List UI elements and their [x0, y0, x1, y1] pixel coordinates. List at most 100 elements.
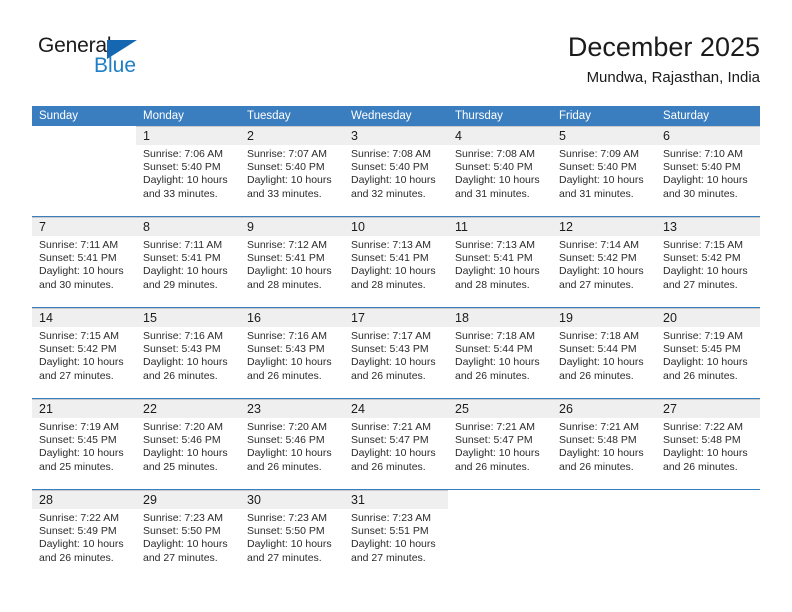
calendar-week-row: 14 Sunrise: 7:15 AM Sunset: 5:42 PM Dayligh…: [32, 307, 760, 399]
day-number: 18: [448, 308, 552, 327]
day-cell-inner: 23 Sunrise: 7:20 AM Sunset: 5:46 PM Dayligh…: [240, 399, 344, 489]
daylight-text: Daylight: 10 hours and 26 minutes.: [559, 447, 644, 473]
sunset-text: Sunset: 5:40 PM: [351, 161, 429, 174]
day-cell-inner: 6 Sunrise: 7:10 AM Sunset: 5:40 PM Daylight…: [656, 126, 760, 216]
sunrise-text: Sunrise: 7:21 AM: [351, 421, 431, 433]
calendar-day-cell[interactable]: 31 Sunrise: 7:23 AM Sunset: 5:51 PM Dayligh…: [344, 489, 448, 580]
calendar-day-cell[interactable]: 29 Sunrise: 7:23 AM Sunset: 5:50 PM Dayligh…: [136, 489, 240, 580]
sunset-text: Sunset: 5:42 PM: [39, 343, 117, 356]
sunset-text: Sunset: 5:40 PM: [455, 161, 533, 174]
calendar-day-cell[interactable]: 1 Sunrise: 7:06 AM Sunset: 5:40 PM Daylight…: [136, 126, 240, 217]
daylight-text: Daylight: 10 hours and 26 minutes.: [247, 447, 332, 473]
sunset-text: Sunset: 5:47 PM: [455, 434, 533, 447]
weekday-header-tuesday: Tuesday: [240, 106, 344, 126]
calendar-day-cell[interactable]: 6 Sunrise: 7:10 AM Sunset: 5:40 PM Daylight…: [656, 126, 760, 217]
sunset-text: Sunset: 5:48 PM: [559, 434, 637, 447]
calendar-day-cell[interactable]: 14 Sunrise: 7:15 AM Sunset: 5:42 PM Dayligh…: [32, 307, 136, 399]
weekday-header-sunday: Sunday: [32, 106, 136, 126]
day-number: 4: [448, 126, 552, 145]
calendar-day-cell[interactable]: 18 Sunrise: 7:18 AM Sunset: 5:44 PM Dayligh…: [448, 307, 552, 399]
calendar-day-cell[interactable]: 24 Sunrise: 7:21 AM Sunset: 5:47 PM Dayligh…: [344, 398, 448, 490]
calendar-day-cell[interactable]: 5 Sunrise: 7:09 AM Sunset: 5:40 PM Daylight…: [552, 126, 656, 217]
title-block: December 2025 Mundwa, Rajasthan, India: [568, 30, 760, 89]
sunset-text: Sunset: 5:47 PM: [351, 434, 429, 447]
day-number: [656, 490, 760, 509]
day-details: Sunrise: 7:17 AM Sunset: 5:43 PM Daylight:…: [344, 327, 448, 383]
day-details: Sunrise: 7:10 AM Sunset: 5:40 PM Daylight:…: [656, 145, 760, 201]
day-number: [448, 490, 552, 509]
day-cell-inner: 19 Sunrise: 7:18 AM Sunset: 5:44 PM Dayligh…: [552, 308, 656, 398]
day-cell-inner: 28 Sunrise: 7:22 AM Sunset: 5:49 PM Dayligh…: [32, 490, 136, 580]
day-cell-inner: [32, 126, 136, 216]
calendar-day-cell[interactable]: 27 Sunrise: 7:22 AM Sunset: 5:48 PM Dayligh…: [656, 398, 760, 490]
daylight-text: Daylight: 10 hours and 30 minutes.: [663, 174, 748, 200]
calendar-day-cell[interactable]: 7 Sunrise: 7:11 AM Sunset: 5:41 PM Daylight…: [32, 216, 136, 308]
calendar-day-cell-empty: [448, 489, 552, 580]
calendar-day-cell[interactable]: 19 Sunrise: 7:18 AM Sunset: 5:44 PM Dayligh…: [552, 307, 656, 399]
day-details: Sunrise: 7:09 AM Sunset: 5:40 PM Daylight:…: [552, 145, 656, 201]
calendar-day-cell[interactable]: 10 Sunrise: 7:13 AM Sunset: 5:41 PM Dayligh…: [344, 216, 448, 308]
calendar-day-cell[interactable]: 20 Sunrise: 7:19 AM Sunset: 5:45 PM Dayligh…: [656, 307, 760, 399]
calendar-day-cell[interactable]: 30 Sunrise: 7:23 AM Sunset: 5:50 PM Dayligh…: [240, 489, 344, 580]
sunrise-text: Sunrise: 7:08 AM: [351, 148, 431, 160]
day-number: 3: [344, 126, 448, 145]
daylight-text: Daylight: 10 hours and 32 minutes.: [351, 174, 436, 200]
day-cell-inner: 4 Sunrise: 7:08 AM Sunset: 5:40 PM Daylight…: [448, 126, 552, 216]
day-cell-inner: 10 Sunrise: 7:13 AM Sunset: 5:41 PM Dayligh…: [344, 217, 448, 307]
day-cell-inner: [448, 490, 552, 580]
calendar-day-cell[interactable]: 9 Sunrise: 7:12 AM Sunset: 5:41 PM Daylight…: [240, 216, 344, 308]
day-number: [552, 490, 656, 509]
calendar-day-cell[interactable]: 13 Sunrise: 7:15 AM Sunset: 5:42 PM Dayligh…: [656, 216, 760, 308]
day-number: 30: [240, 490, 344, 509]
sunrise-text: Sunrise: 7:21 AM: [455, 421, 535, 433]
day-details: Sunrise: 7:13 AM Sunset: 5:41 PM Daylight:…: [344, 236, 448, 292]
day-details: Sunrise: 7:23 AM Sunset: 5:50 PM Daylight:…: [240, 509, 344, 565]
calendar-day-cell[interactable]: 21 Sunrise: 7:19 AM Sunset: 5:45 PM Dayligh…: [32, 398, 136, 490]
calendar-day-cell[interactable]: 11 Sunrise: 7:13 AM Sunset: 5:41 PM Dayligh…: [448, 216, 552, 308]
calendar-day-cell[interactable]: 23 Sunrise: 7:20 AM Sunset: 5:46 PM Dayligh…: [240, 398, 344, 490]
calendar-day-cell[interactable]: 25 Sunrise: 7:21 AM Sunset: 5:47 PM Dayligh…: [448, 398, 552, 490]
weekday-header-monday: Monday: [136, 106, 240, 126]
calendar-week-row: 1 Sunrise: 7:06 AM Sunset: 5:40 PM Daylight…: [32, 126, 760, 217]
calendar-day-cell[interactable]: 3 Sunrise: 7:08 AM Sunset: 5:40 PM Daylight…: [344, 126, 448, 217]
sunrise-text: Sunrise: 7:23 AM: [351, 512, 431, 524]
daylight-text: Daylight: 10 hours and 26 minutes.: [455, 447, 540, 473]
calendar-day-cell[interactable]: 2 Sunrise: 7:07 AM Sunset: 5:40 PM Daylight…: [240, 126, 344, 217]
calendar-day-cell[interactable]: 28 Sunrise: 7:22 AM Sunset: 5:49 PM Dayligh…: [32, 489, 136, 580]
day-details: Sunrise: 7:11 AM Sunset: 5:41 PM Daylight:…: [32, 236, 136, 292]
daylight-text: Daylight: 10 hours and 26 minutes.: [351, 447, 436, 473]
sunset-text: Sunset: 5:40 PM: [143, 161, 221, 174]
daylight-text: Daylight: 10 hours and 26 minutes.: [351, 356, 436, 382]
calendar-day-cell[interactable]: 8 Sunrise: 7:11 AM Sunset: 5:41 PM Daylight…: [136, 216, 240, 308]
calendar-day-cell[interactable]: 26 Sunrise: 7:21 AM Sunset: 5:48 PM Dayligh…: [552, 398, 656, 490]
day-cell-inner: 15 Sunrise: 7:16 AM Sunset: 5:43 PM Dayligh…: [136, 308, 240, 398]
sunrise-text: Sunrise: 7:19 AM: [663, 330, 743, 342]
day-details: Sunrise: 7:16 AM Sunset: 5:43 PM Daylight:…: [240, 327, 344, 383]
day-number: 7: [32, 217, 136, 236]
weekday-header-friday: Friday: [552, 106, 656, 126]
sunrise-text: Sunrise: 7:21 AM: [559, 421, 639, 433]
calendar-day-cell[interactable]: 12 Sunrise: 7:14 AM Sunset: 5:42 PM Dayligh…: [552, 216, 656, 308]
sunrise-text: Sunrise: 7:15 AM: [663, 239, 743, 251]
day-number: 27: [656, 399, 760, 418]
day-cell-inner: 31 Sunrise: 7:23 AM Sunset: 5:51 PM Dayligh…: [344, 490, 448, 580]
daylight-text: Daylight: 10 hours and 26 minutes.: [39, 538, 124, 564]
daylight-text: Daylight: 10 hours and 28 minutes.: [351, 265, 436, 291]
day-number: 16: [240, 308, 344, 327]
daylight-text: Daylight: 10 hours and 27 minutes.: [247, 538, 332, 564]
calendar-day-cell[interactable]: 22 Sunrise: 7:20 AM Sunset: 5:46 PM Dayligh…: [136, 398, 240, 490]
calendar-week-row: 28 Sunrise: 7:22 AM Sunset: 5:49 PM Dayligh…: [32, 489, 760, 580]
day-details: Sunrise: 7:21 AM Sunset: 5:48 PM Daylight:…: [552, 418, 656, 474]
calendar-day-cell[interactable]: 15 Sunrise: 7:16 AM Sunset: 5:43 PM Dayligh…: [136, 307, 240, 399]
day-cell-inner: 3 Sunrise: 7:08 AM Sunset: 5:40 PM Daylight…: [344, 126, 448, 216]
daylight-text: Daylight: 10 hours and 28 minutes.: [455, 265, 540, 291]
calendar-day-cell[interactable]: 4 Sunrise: 7:08 AM Sunset: 5:40 PM Daylight…: [448, 126, 552, 217]
day-number: 19: [552, 308, 656, 327]
calendar-day-cell[interactable]: 16 Sunrise: 7:16 AM Sunset: 5:43 PM Dayligh…: [240, 307, 344, 399]
sunset-text: Sunset: 5:44 PM: [455, 343, 533, 356]
sunrise-text: Sunrise: 7:18 AM: [455, 330, 535, 342]
general-blue-logo[interactable]: General Blue: [38, 34, 188, 90]
calendar-day-cell[interactable]: 17 Sunrise: 7:17 AM Sunset: 5:43 PM Dayligh…: [344, 307, 448, 399]
day-cell-inner: 5 Sunrise: 7:09 AM Sunset: 5:40 PM Daylight…: [552, 126, 656, 216]
day-number: 24: [344, 399, 448, 418]
